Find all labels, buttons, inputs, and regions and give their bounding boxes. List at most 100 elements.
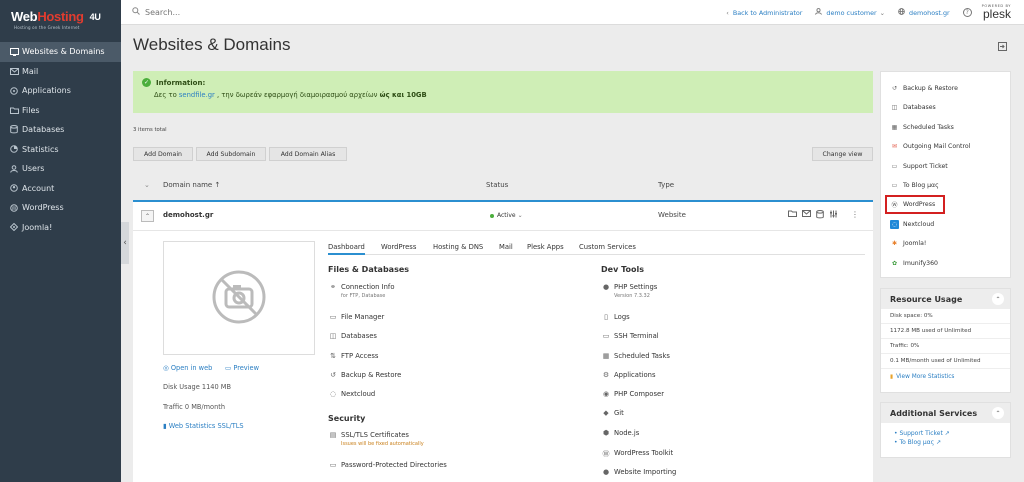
help-icon[interactable]: ? xyxy=(962,8,972,17)
php-composer-tool[interactable]: ◉ PHP Composer xyxy=(601,390,664,398)
rc-link-databases[interactable]: ◫ Databases xyxy=(890,103,936,112)
sendfile-link[interactable]: sendfile.gr xyxy=(179,91,215,99)
chevron-up-icon[interactable]: ⌃ xyxy=(992,293,1004,305)
add-subdomain-button[interactable]: Add Subdomain xyxy=(196,147,266,161)
rc-link-nextcloud[interactable]: ◌ Nextcloud xyxy=(890,220,934,229)
nextcloud-tool[interactable]: ◌ Nextcloud xyxy=(328,390,375,398)
wordpress-icon: W xyxy=(8,203,20,212)
blog-link[interactable]: • To Blog μας ↗ xyxy=(894,439,1010,446)
items-total: 3 items total xyxy=(133,127,167,133)
sidebar-item-users[interactable]: Users xyxy=(0,159,121,179)
traffic-label: Traffic: 0% xyxy=(881,339,1010,354)
collapse-row-button[interactable]: ⌃ xyxy=(141,210,154,222)
preview-link[interactable]: ▭ Preview xyxy=(225,364,259,372)
ssl-tls-tool[interactable]: ▤ SSL/TLS Certificates Issues will be fix… xyxy=(328,431,424,447)
sidebar-item-label: Account xyxy=(22,183,55,193)
sidebar-collapse-handle[interactable]: ‹ xyxy=(121,222,129,264)
sidebar-item-files[interactable]: Files xyxy=(0,101,121,121)
wordpress-toolkit-tool[interactable]: Ⓦ WordPress Toolkit xyxy=(601,449,674,459)
additional-services-panel: Additional Services ⌃ • Support Ticket ↗… xyxy=(880,402,1011,458)
settings-sliders-icon[interactable] xyxy=(829,210,838,221)
expand-all-icon[interactable]: ⌄ xyxy=(144,181,150,189)
sidebar-item-databases[interactable]: Databases xyxy=(0,120,121,140)
tab-mail[interactable]: Mail xyxy=(499,243,513,251)
ftp-access-tool[interactable]: ⇅ FTP Access xyxy=(328,352,378,360)
scheduled-tasks-tool[interactable]: ▦ Scheduled Tasks xyxy=(601,352,670,360)
ssh-terminal-label: SSH Terminal xyxy=(614,332,659,340)
domain-menu[interactable]: demohost.gr xyxy=(898,8,950,17)
blog-icon: ▭ xyxy=(891,182,898,189)
additional-services-title: Additional Services xyxy=(890,408,978,418)
applications-tool[interactable]: ⚙ Applications xyxy=(601,371,656,379)
info-banner: ✓ Information: Δες το sendfile.gr , την … xyxy=(133,71,873,113)
connection-info-tool[interactable]: ⚭ Connection Info for FTP, Database xyxy=(328,283,394,299)
search-input[interactable] xyxy=(145,7,345,17)
logs-tool[interactable]: ▯ Logs xyxy=(601,313,630,321)
php-settings-tool[interactable]: ● PHP Settings Version 7.3.32 xyxy=(601,283,657,299)
column-domain-name[interactable]: Domain name ↑ xyxy=(163,181,220,189)
column-status[interactable]: Status xyxy=(486,181,508,189)
open-in-web-link[interactable]: ◎ Open in web xyxy=(163,364,212,372)
brand-logo[interactable]: WebHosting 4U Hosting on the Greek Intern… xyxy=(0,0,121,42)
resource-usage-header[interactable]: Resource Usage ⌃ xyxy=(881,289,1010,309)
database-icon[interactable] xyxy=(816,210,824,221)
sidebar-item-mail[interactable]: Mail xyxy=(0,62,121,82)
sidebar-item-wordpress[interactable]: W WordPress xyxy=(0,198,121,218)
rc-link-label: Nextcloud xyxy=(903,221,935,228)
add-domain-alias-button[interactable]: Add Domain Alias xyxy=(269,147,347,161)
rc-link-outgoing-mail-control[interactable]: ✉ Outgoing Mail Control xyxy=(890,142,970,151)
wordpress-icon: Ⓦ xyxy=(602,450,610,458)
website-importing-tool[interactable]: ● Website Importing xyxy=(601,468,676,476)
sidebar-item-label: Joomla! xyxy=(22,222,53,232)
web-statistics-link[interactable]: ▮ Web Statistics SSL/TLS xyxy=(163,422,244,430)
nodejs-tool[interactable]: ⬢ Node.js xyxy=(601,429,639,437)
rc-link-joomla[interactable]: ✱ Joomla! xyxy=(890,239,926,248)
back-to-admin-link[interactable]: ‹ Back to Administrator xyxy=(726,9,802,17)
terminal-icon: ▭ xyxy=(602,332,610,340)
sidebar-item-statistics[interactable]: Statistics xyxy=(0,140,121,160)
customer-menu[interactable]: demo customer ⌄ xyxy=(815,8,885,17)
databases-tool[interactable]: ◫ Databases xyxy=(328,332,377,340)
rc-link-backup-restore[interactable]: ↺ Backup & Restore xyxy=(890,84,958,93)
tab-custom-services[interactable]: Custom Services xyxy=(579,243,636,251)
backup-restore-tool[interactable]: ↺ Backup & Restore xyxy=(328,371,401,379)
mail-icon[interactable] xyxy=(802,210,811,221)
password-protected-directories-tool[interactable]: ▭ Password-Protected Directories xyxy=(328,461,447,469)
logout-icon[interactable] xyxy=(998,42,1007,54)
chevron-up-icon[interactable]: ⌃ xyxy=(992,407,1004,419)
sidebar-item-joomla[interactable]: Joomla! xyxy=(0,218,121,238)
file-manager-tool[interactable]: ▭ File Manager xyxy=(328,313,385,321)
row-domain-name[interactable]: demohost.gr xyxy=(163,211,213,219)
info-msg-prefix: Δες το xyxy=(154,91,179,99)
rc-link-support-ticket[interactable]: ▭ Support Ticket xyxy=(890,162,948,171)
domain-details-panel: ◎ Open in web ▭ Preview Disk Usage 1140 … xyxy=(133,231,873,482)
calendar-icon: ▦ xyxy=(891,124,898,131)
site-preview-thumbnail[interactable] xyxy=(163,241,315,355)
tab-hosting-dns[interactable]: Hosting & DNS xyxy=(433,243,483,251)
sidebar-item-websites-domains[interactable]: Websites & Domains xyxy=(0,42,121,62)
more-options-icon[interactable]: ⋮ xyxy=(851,210,859,221)
sidebar-item-account[interactable]: Account xyxy=(0,179,121,199)
rc-link-blog[interactable]: ▭ To Blog μας xyxy=(890,181,939,190)
tab-wordpress[interactable]: WordPress xyxy=(381,243,416,251)
git-tool[interactable]: ◆ Git xyxy=(601,409,624,417)
tab-dashboard[interactable]: Dashboard xyxy=(328,243,365,255)
view-more-statistics-link[interactable]: ▮ View More Statistics xyxy=(881,369,1010,384)
support-ticket-link[interactable]: • Support Ticket ↗ xyxy=(894,430,1010,437)
change-view-button[interactable]: Change view xyxy=(812,147,873,161)
additional-services-header[interactable]: Additional Services ⌃ xyxy=(881,403,1010,423)
rc-link-imunify360[interactable]: ✿ Imunify360 xyxy=(890,259,938,268)
nextcloud-icon: ◌ xyxy=(890,220,899,229)
column-type[interactable]: Type xyxy=(658,181,674,189)
folder-icon[interactable] xyxy=(788,210,797,221)
tab-plesk-apps[interactable]: Plesk Apps xyxy=(527,243,564,251)
status-badge[interactable]: Active ⌄ xyxy=(490,212,523,219)
add-domain-button[interactable]: Add Domain xyxy=(133,147,193,161)
web-statistics-label: Web Statistics SSL/TLS xyxy=(168,422,244,430)
ssh-terminal-tool[interactable]: ▭ SSH Terminal xyxy=(601,332,659,340)
sidebar-item-applications[interactable]: Applications xyxy=(0,81,121,101)
wp-toolkit-label: WordPress Toolkit xyxy=(614,449,674,457)
rc-link-scheduled-tasks[interactable]: ▦ Scheduled Tasks xyxy=(890,123,954,132)
link-icon: ⚭ xyxy=(330,283,336,291)
topbar: ‹ Back to Administrator demo customer ⌄ … xyxy=(121,0,1024,25)
